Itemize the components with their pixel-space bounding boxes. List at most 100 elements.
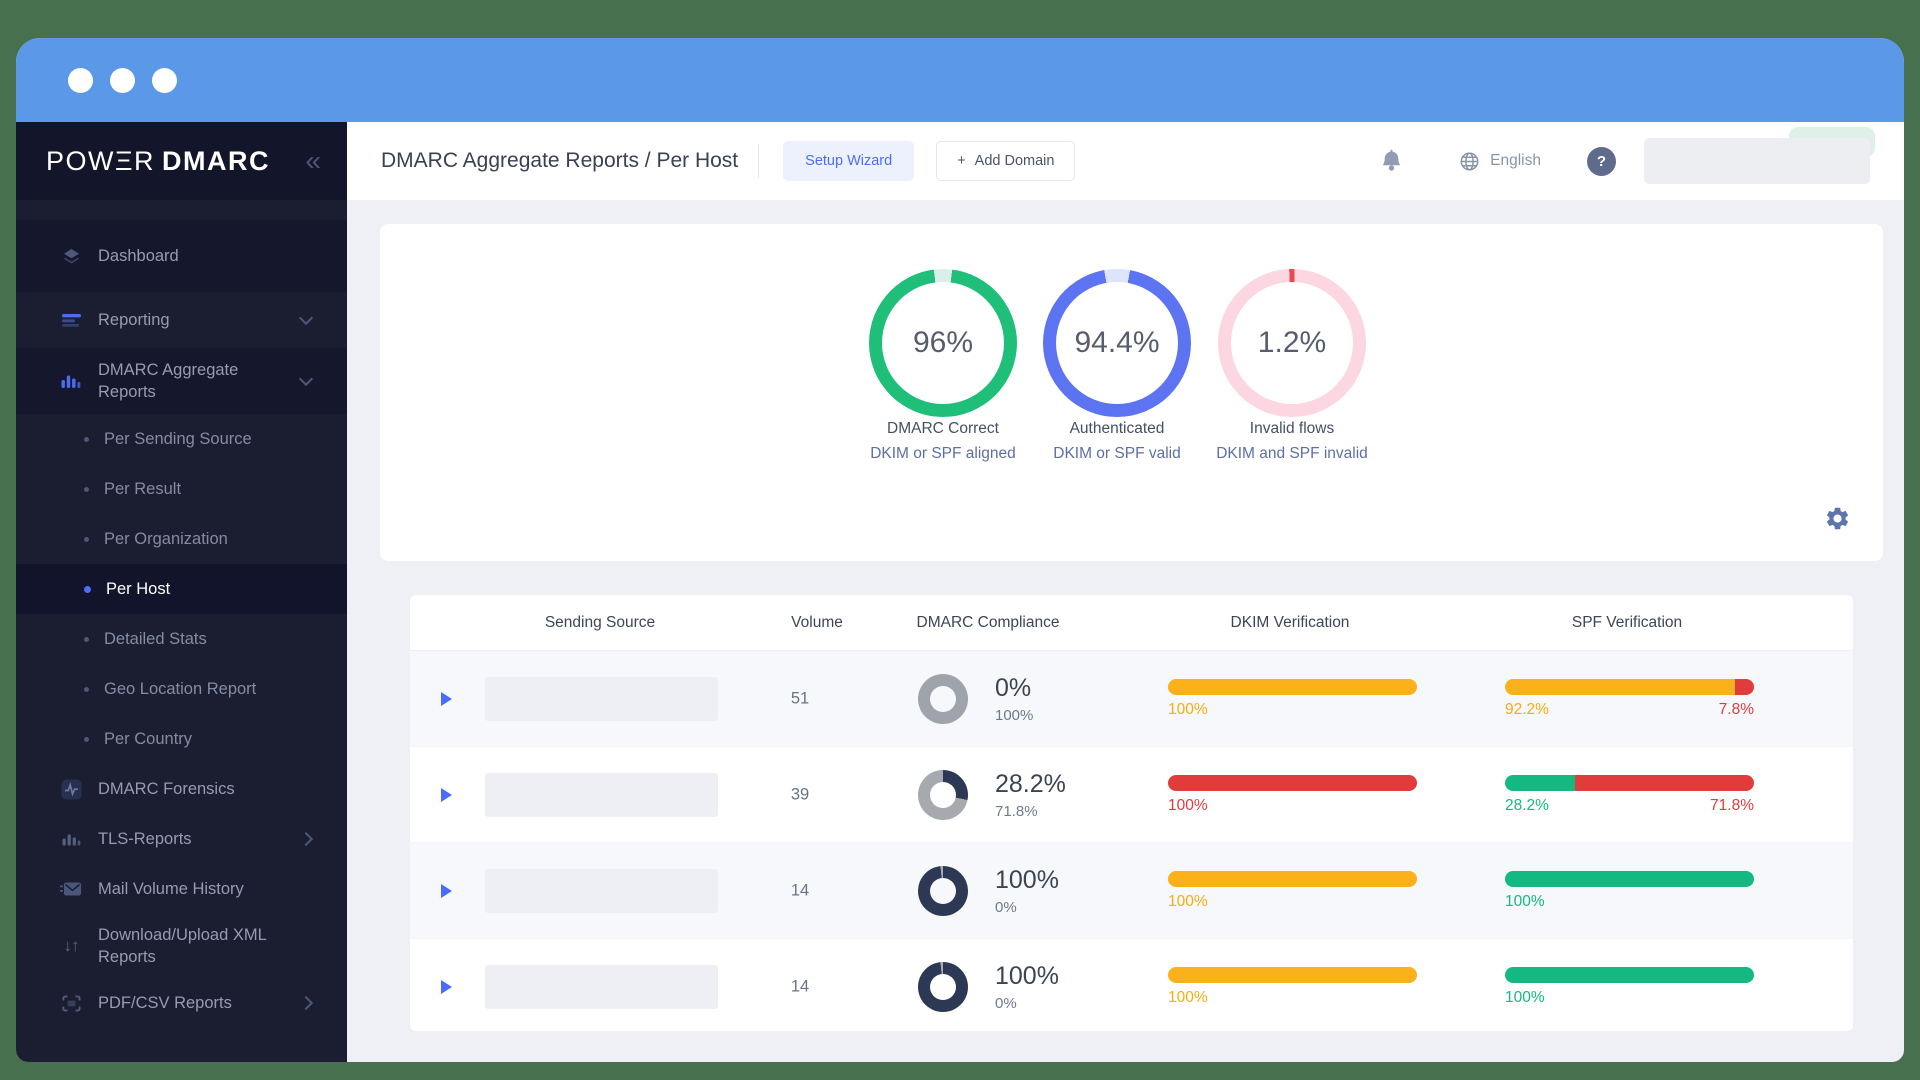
chevron-down-icon (298, 310, 314, 326)
language-selector[interactable]: English (1459, 151, 1541, 172)
window-control-dot[interactable] (152, 67, 177, 93)
table-row: 14 100% 0% 100% 100% (410, 938, 1853, 1031)
app-window: POWΞR DMARC « Dashboard Reporting DMARC … (16, 38, 1904, 1062)
spf-bar-cell: 92.2% 7.8% (1505, 678, 1754, 719)
sidebar-item-label: Reporting (98, 310, 170, 329)
chevron-right-icon (298, 995, 314, 1011)
dkim-bar-labels: 100% (1168, 988, 1208, 1006)
window-control-dot[interactable] (68, 67, 93, 93)
globe-icon (1460, 152, 1479, 170)
sidebar-item-dmarc-forensics[interactable]: DMARC Forensics (16, 764, 347, 814)
compliance-sub-value: 71.8% (995, 802, 1038, 820)
donut-value: 96% (882, 282, 1004, 404)
sidebar-item-tls-reports[interactable]: TLS-Reports (16, 814, 347, 864)
setup-wizard-button[interactable]: Setup Wizard (783, 141, 915, 181)
page-header: DMARC Aggregate Reports / Per Host Setup… (347, 122, 1904, 200)
spf-bar-labels: 100% (1505, 892, 1545, 910)
sidebar-item-label: Download/Upload XML Reports (98, 925, 267, 966)
donut-label-invalid-flows: Invalid flows DKIM and SPF invalid (1216, 420, 1368, 462)
mail-icon (58, 881, 84, 897)
bullet-icon (84, 636, 89, 642)
donut-invalid-flows: 1.2% (1218, 269, 1366, 417)
sidebar-item-per-host[interactable]: Per Host (16, 564, 347, 614)
download-upload-icon: ↓↑ (63, 935, 80, 955)
compliance-value: 0% (995, 673, 1032, 702)
sidebar-item-label: DMARC Forensics (98, 779, 235, 798)
donut-value: 94.4% (1056, 282, 1178, 404)
chevron-down-icon (298, 371, 314, 387)
settings-gear-icon[interactable] (1824, 505, 1851, 537)
sidebar-item-per-result[interactable]: Per Result (16, 464, 347, 514)
sending-source-redacted (485, 676, 718, 721)
bullet-icon (84, 585, 91, 593)
volume-value: 14 (790, 977, 810, 995)
sidebar-item-pdf-csv-reports[interactable]: PDF/CSV Reports (16, 978, 347, 1028)
expand-row-icon[interactable] (441, 691, 452, 706)
sidebar-item-per-sending-source[interactable]: Per Sending Source (16, 414, 347, 464)
help-icon[interactable]: ? (1587, 146, 1616, 176)
dkim-bar-labels: 100% (1168, 700, 1208, 718)
sidebar-item-mail-volume-history[interactable]: Mail Volume History (16, 864, 347, 914)
donut-value: 1.2% (1231, 282, 1353, 404)
sidebar-item-detailed-stats[interactable]: Detailed Stats (16, 614, 347, 664)
compliance-cell: 0% 100% (918, 673, 1033, 724)
sidebar-menu: Dashboard Reporting DMARC Aggregate Repo… (16, 200, 347, 1028)
dkim-bar-cell: 100% (1168, 678, 1417, 719)
sidebar-item-label: Mail Volume History (98, 879, 244, 898)
dkim-bar-cell: 100% (1168, 774, 1417, 815)
sidebar-item-reporting[interactable]: Reporting (16, 292, 347, 348)
sidebar-item-dmarc-aggregate-reports[interactable]: DMARC Aggregate Reports (16, 348, 347, 414)
sidebar-item-label: Detailed Stats (104, 629, 207, 648)
column-dkim-verification: DKIM Verification (1230, 613, 1350, 631)
sidebar-item-geo-location-report[interactable]: Geo Location Report (16, 664, 347, 714)
dkim-bar-cell: 100% (1168, 870, 1417, 911)
spf-bar (1505, 966, 1754, 983)
sidebar-item-label: Dashboard (98, 246, 179, 265)
sidebar-item-label: Per Host (106, 579, 171, 598)
sidebar-item-per-organization[interactable]: Per Organization (16, 514, 347, 564)
redacted-user-info (1644, 138, 1870, 184)
compliance-donut (918, 673, 968, 724)
column-dmarc-compliance: DMARC Compliance (916, 613, 1060, 631)
sidebar-item-label: Geo Location Report (104, 679, 257, 698)
user-account-area[interactable] (1644, 127, 1875, 184)
sidebar-item-per-country[interactable]: Per Country (16, 714, 347, 764)
expand-row-icon[interactable] (441, 787, 452, 802)
add-domain-button[interactable]: + Add Domain (936, 141, 1076, 181)
dkim-bar-labels: 100% (1168, 892, 1208, 910)
sidebar-item-label: PDF/CSV Reports (98, 993, 232, 1012)
table-row: 39 28.2% 71.8% 100% 28.2% 71.8% (410, 746, 1853, 842)
expand-row-icon[interactable] (441, 883, 452, 898)
compliance-value: 100% (995, 865, 1059, 894)
sidebar-item-download-upload-xml-reports[interactable]: ↓↑ Download/Upload XML Reports (16, 914, 347, 978)
dkim-bar-cell: 100% (1168, 966, 1417, 1007)
reports-table: Sending Source Volume DMARC Compliance D… (410, 595, 1853, 1031)
bullet-icon (84, 436, 89, 442)
spf-bar-cell: 28.2% 71.8% (1505, 774, 1754, 815)
bullet-icon (84, 736, 89, 742)
donut-ring: 94.4% (1043, 269, 1191, 417)
sidebar-item-dashboard[interactable]: Dashboard (16, 220, 347, 292)
pdf-csv-icon (58, 995, 84, 1012)
bar-chart-icon (58, 373, 84, 390)
window-control-dot[interactable] (110, 67, 135, 93)
sending-source-redacted (485, 964, 718, 1009)
sidebar-item-label: TLS-Reports (98, 829, 192, 848)
spf-bar-labels: 28.2% 71.8% (1505, 796, 1754, 814)
compliance-cell: 28.2% 71.8% (918, 769, 1066, 820)
dkim-bar (1168, 774, 1417, 791)
sidebar-item-label: Per Organization (104, 529, 228, 548)
sending-source-redacted (485, 772, 718, 817)
table-row: 51 0% 100% 100% 92.2% 7.8% (410, 651, 1853, 746)
notification-bell-icon[interactable] (1380, 149, 1403, 174)
table-row: 14 100% 0% 100% 100% (410, 842, 1853, 938)
compliance-donut (918, 961, 968, 1012)
sidebar-collapse-button[interactable]: « (305, 147, 321, 175)
tls-reports-icon (58, 831, 84, 847)
table-header: Sending Source Volume DMARC Compliance D… (410, 595, 1853, 651)
column-spf-verification: SPF Verification (1571, 613, 1683, 631)
expand-row-icon[interactable] (441, 979, 452, 994)
donut-authenticated: 94.4% (1043, 269, 1191, 417)
compliance-cell: 100% 0% (918, 865, 1059, 916)
bullet-icon (84, 686, 89, 692)
